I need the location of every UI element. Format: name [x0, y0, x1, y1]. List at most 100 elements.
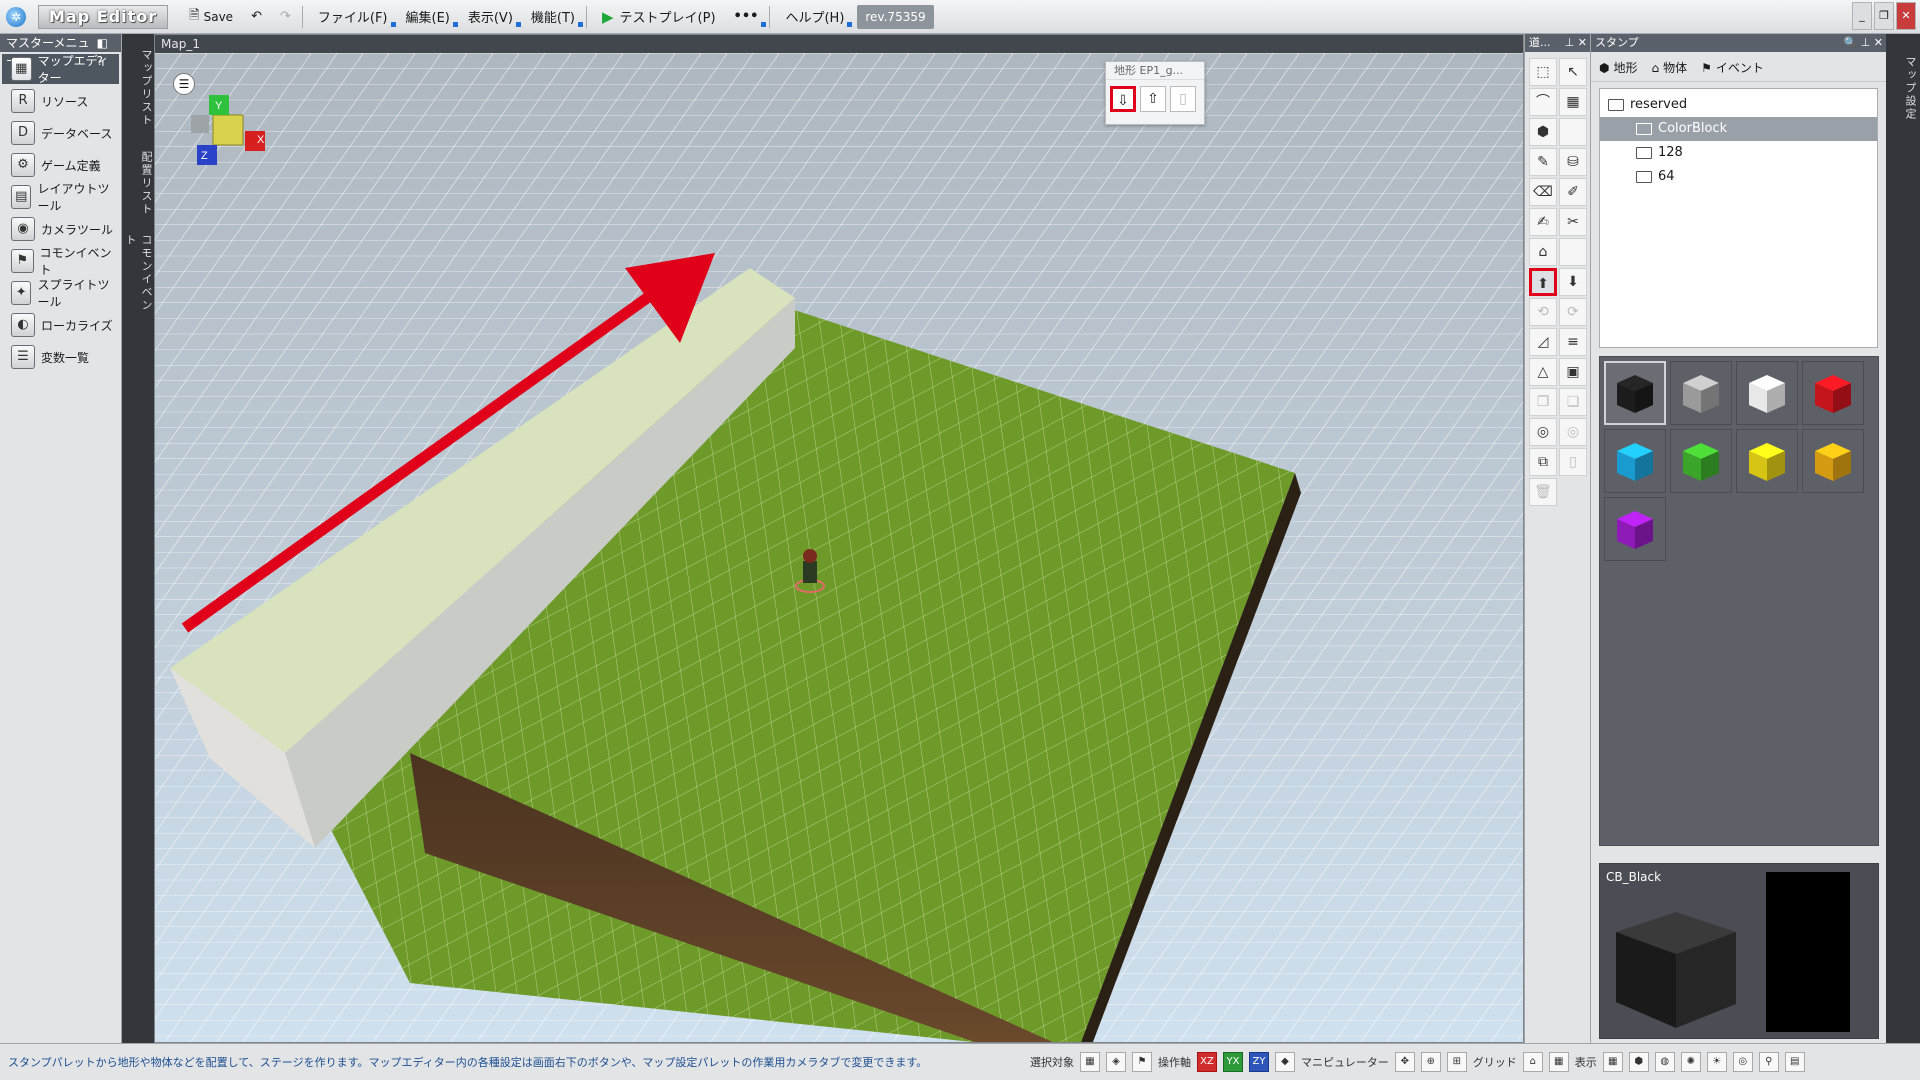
house-icon[interactable]: ⌂	[1529, 238, 1557, 266]
tree-node-128[interactable]: 128	[1600, 141, 1877, 165]
more-options-button[interactable]: •••	[727, 4, 767, 30]
display-event-icon[interactable]: ✺	[1680, 1052, 1701, 1072]
viewport-tab[interactable]: Map_1	[155, 35, 1523, 53]
close-button[interactable]: ✕	[1896, 2, 1916, 30]
axis-xz-button[interactable]: XZ	[1197, 1052, 1217, 1072]
select-event-icon[interactable]: ⚑	[1132, 1052, 1152, 1072]
stamp-swatch[interactable]	[1802, 429, 1864, 493]
pointer-icon[interactable]: ↖	[1559, 58, 1587, 86]
master-item-database[interactable]: D データベース	[2, 118, 119, 148]
menu-view[interactable]: 表示(V)	[461, 4, 521, 30]
display-light-icon[interactable]: ☀	[1706, 1052, 1727, 1072]
viewport-menu-icon[interactable]: ☰	[173, 73, 195, 95]
collapse-icon[interactable]: ◧ ?	[97, 34, 117, 68]
rect-select-icon[interactable]: ⬚	[1529, 58, 1557, 86]
tab-terrain[interactable]: ⬢ 地形	[1599, 59, 1638, 76]
master-item-variable-list[interactable]: ☰ 変数一覧	[2, 342, 119, 372]
slope-icon[interactable]: ◿	[1529, 328, 1557, 356]
tree-node-64[interactable]: 64	[1600, 165, 1877, 189]
bucket-icon[interactable]: ⛁	[1559, 148, 1587, 176]
menu-edit[interactable]: 編集(E)	[399, 4, 458, 30]
master-item-localize[interactable]: ◐ ローカライズ	[2, 310, 119, 340]
move-gizmo-icon[interactable]: ✥	[1394, 1052, 1415, 1072]
clipboard-icon[interactable]: ▯	[1559, 448, 1587, 476]
select-object-icon[interactable]: ◈	[1106, 1052, 1126, 1072]
eraser-icon[interactable]: ⌫	[1529, 178, 1557, 206]
menu-function[interactable]: 機能(T)	[524, 4, 583, 30]
redo-button[interactable]: ↷	[273, 4, 298, 30]
testplay-button[interactable]: ▶ テストプレイ(P)	[595, 4, 723, 30]
brush-icon[interactable]: ✍	[1529, 208, 1557, 236]
paste-icon[interactable]: ❏	[1559, 388, 1587, 416]
tab-event[interactable]: ⚑ イベント	[1701, 59, 1764, 76]
display-terrain-icon[interactable]: ⬢	[1628, 1052, 1649, 1072]
master-item-common-event[interactable]: ⚑ コモンイベント	[2, 246, 119, 277]
display-collision-icon[interactable]: ⚲	[1758, 1052, 1779, 1072]
box-icon[interactable]: ▣	[1559, 358, 1587, 386]
save-button[interactable]: 🗎 Save	[182, 4, 240, 30]
eyedropper-icon[interactable]: ✐	[1559, 178, 1587, 206]
cube-icon[interactable]: ⬢	[1529, 118, 1557, 146]
grid-size-icon[interactable]: ▦	[1548, 1052, 1569, 1072]
tree-node-colorblock[interactable]: ColorBlock	[1600, 117, 1877, 141]
tab-object[interactable]: ⌂ 物体	[1652, 59, 1688, 76]
brush-erase-icon[interactable]: ✂	[1559, 208, 1587, 236]
trash-icon[interactable]: 🗑	[1529, 478, 1557, 506]
rotate-gizmo-icon[interactable]: ⊕	[1420, 1052, 1441, 1072]
undo-button[interactable]: ↶	[244, 4, 269, 30]
display-layer-icon[interactable]: ▤	[1784, 1052, 1805, 1072]
stamp-swatch[interactable]	[1604, 361, 1666, 425]
terrain-down-icon[interactable]: ⇩	[1110, 86, 1136, 112]
search-pin-close-icon[interactable]: 🔍 ⊥ ✕	[1844, 34, 1884, 52]
stamp-swatch[interactable]	[1670, 429, 1732, 493]
axis-zy-button[interactable]: ZY	[1249, 1052, 1269, 1072]
stamp-swatch[interactable]	[1736, 361, 1798, 425]
grid-select-icon[interactable]: ▦	[1559, 88, 1587, 116]
lower-terrain-icon[interactable]: ⬇	[1559, 268, 1587, 296]
stamp-swatch[interactable]	[1604, 429, 1666, 493]
tree-node-reserved[interactable]: reserved	[1600, 93, 1877, 117]
grid-toggle-icon[interactable]: ⌂	[1522, 1052, 1543, 1072]
rotate-right-icon[interactable]: ⟳	[1559, 298, 1587, 326]
menu-help[interactable]: ヘルプ(H)	[778, 4, 853, 30]
minimize-button[interactable]: _	[1852, 2, 1872, 30]
rotate-left-icon[interactable]: ⟲	[1529, 298, 1557, 326]
display-object-icon[interactable]: ◍	[1654, 1052, 1675, 1072]
stamp-swatch[interactable]	[1670, 361, 1732, 425]
tab-common-event[interactable]: コモンイベント	[122, 228, 154, 328]
raise-terrain-icon[interactable]: ⬆	[1529, 268, 1557, 296]
duplicate-icon[interactable]: ⧉	[1529, 448, 1557, 476]
tab-map-list[interactable]: マップリスト	[122, 38, 154, 138]
display-camera-icon[interactable]: ◎	[1732, 1052, 1753, 1072]
map-viewport[interactable]: Map_1 ☰ Y X Z 地形 EP1_g... ⇩ ⇧ ▯	[154, 34, 1524, 1043]
layers-icon[interactable]: ≡	[1559, 328, 1587, 356]
camera-icon[interactable]: ◎	[1529, 418, 1557, 446]
3d-scene[interactable]	[155, 53, 1524, 1043]
pencil-icon[interactable]: ✎	[1529, 148, 1557, 176]
select-grid-icon[interactable]: ▦	[1080, 1052, 1100, 1072]
stamp-swatch[interactable]	[1604, 497, 1666, 561]
tab-map-settings[interactable]: マップ設定	[1886, 38, 1918, 138]
tab-placement-list[interactable]: 配置リスト	[122, 138, 154, 228]
pin-close-icon[interactable]: ⊥ ✕	[1565, 34, 1587, 52]
master-item-map-editor[interactable]: ▦ マップエディター	[2, 54, 119, 85]
copy-icon[interactable]: ❐	[1529, 388, 1557, 416]
target-icon[interactable]: ◎	[1559, 418, 1587, 446]
master-item-sprite-tool[interactable]: ✦ スプライトツール	[2, 278, 119, 309]
lasso-icon[interactable]: ⌒	[1529, 88, 1557, 116]
master-item-game-definition[interactable]: ⚙ ゲーム定義	[2, 150, 119, 180]
scale-gizmo-icon[interactable]: ⊞	[1446, 1052, 1467, 1072]
axis-yx-button[interactable]: YX	[1223, 1052, 1243, 1072]
stamp-swatch[interactable]	[1802, 361, 1864, 425]
master-item-resource[interactable]: R リソース	[2, 86, 119, 116]
menu-file[interactable]: ファイル(F)	[311, 4, 396, 30]
master-item-camera-tool[interactable]: ◉ カメラツール	[2, 214, 119, 244]
stamp-swatch[interactable]	[1736, 429, 1798, 493]
axis-gizmo[interactable]: Y X Z	[185, 93, 273, 173]
master-item-layout-tool[interactable]: ▤ レイアウトツール	[2, 182, 119, 213]
display-grid-icon[interactable]: ▦	[1602, 1052, 1623, 1072]
terrain-up-icon[interactable]: ⇧	[1140, 86, 1166, 112]
clipboard-icon[interactable]: ▯	[1170, 86, 1196, 112]
triangle-icon[interactable]: △	[1529, 358, 1557, 386]
restore-button[interactable]: ❐	[1874, 2, 1894, 30]
